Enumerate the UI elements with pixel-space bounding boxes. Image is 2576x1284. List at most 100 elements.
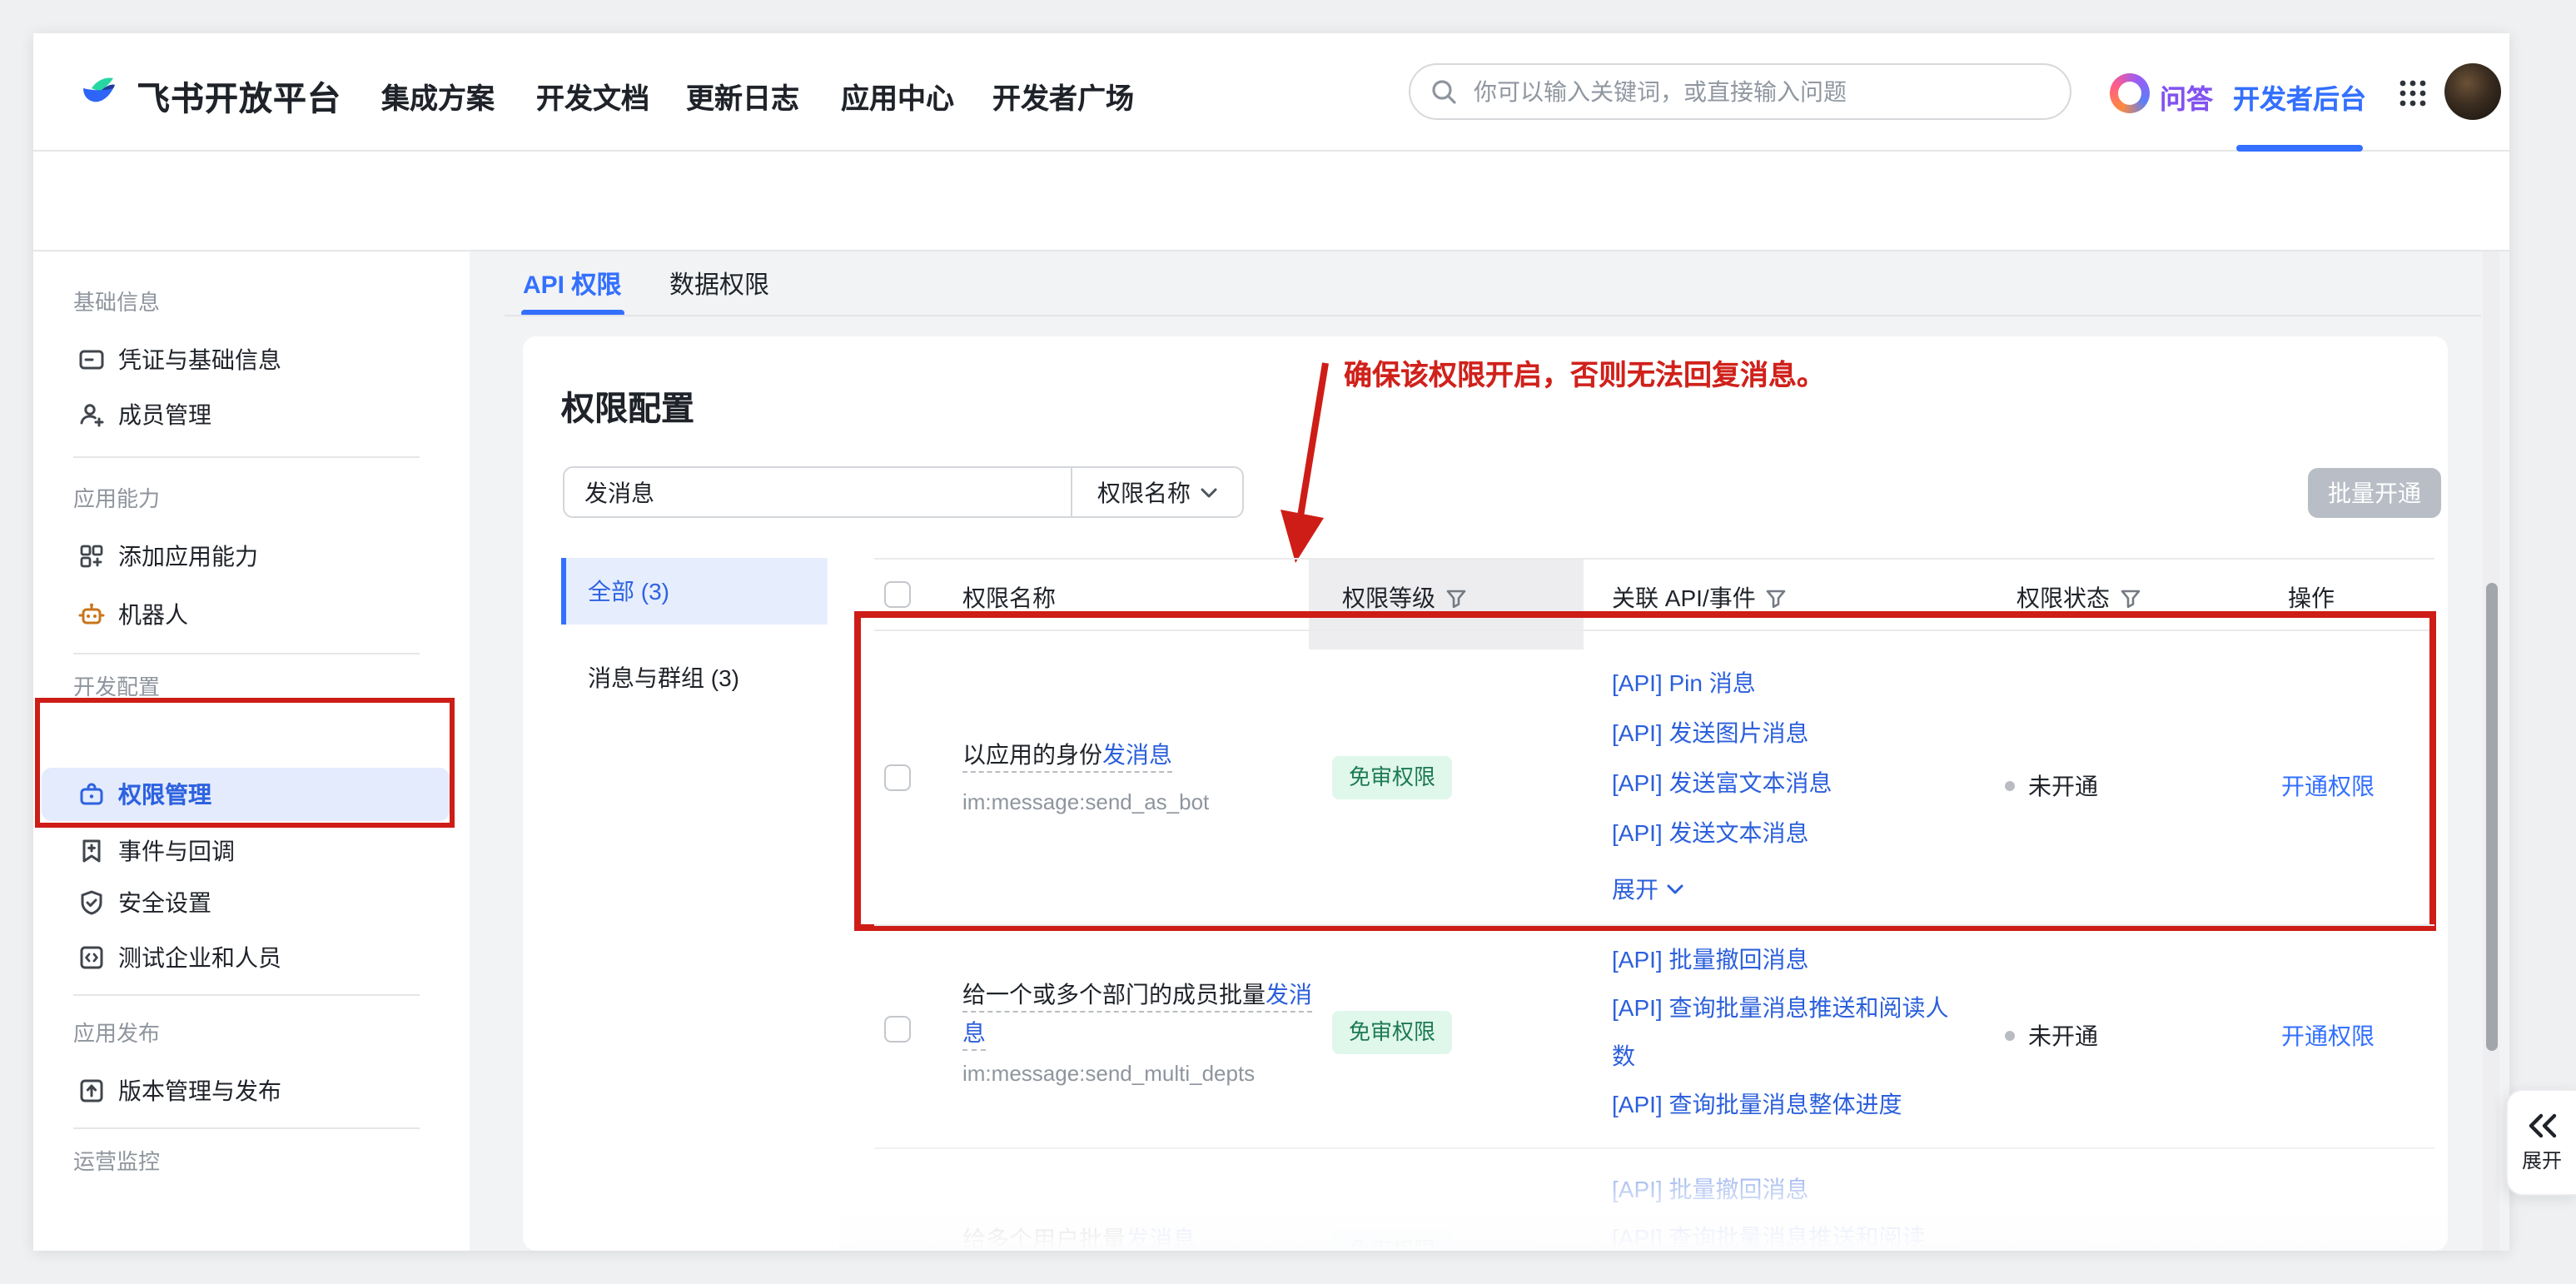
- sidebar-divider: [73, 653, 420, 654]
- sidebar-divider: [73, 1127, 420, 1129]
- api-link[interactable]: [API] 批量撤回消息: [1612, 1166, 1953, 1214]
- nav-item-docs[interactable]: 开发文档: [536, 75, 649, 117]
- permission-search-input[interactable]: [564, 468, 1071, 516]
- row-checkbox[interactable]: [884, 764, 911, 791]
- sidebar-item-credentials[interactable]: 凭证与基础信息: [42, 333, 450, 386]
- enable-permission-link[interactable]: 开通权限: [2281, 1019, 2375, 1053]
- permission-name[interactable]: 给一个或多个部门的成员批量发消息: [962, 976, 1320, 1053]
- app-header: 测试 已启用 正式应用@环界云 当前修改均已发布: [33, 152, 2509, 251]
- col-header-status: 权限状态: [2017, 581, 2141, 615]
- feishu-logo-icon: [77, 68, 123, 115]
- enable-permission-link[interactable]: 开通权限: [2281, 769, 2375, 803]
- active-nav-underline: [2236, 145, 2363, 152]
- name-keyword-link[interactable]: 发消息: [1126, 1226, 1196, 1251]
- chevron-down-icon: [1201, 487, 1217, 497]
- sidebar-divider: [73, 456, 420, 458]
- expand-apis-link[interactable]: 展开: [1612, 873, 1683, 906]
- name-keyword-link[interactable]: 发消息: [1102, 741, 1172, 768]
- sidebar-annotation-red-box: [35, 698, 455, 828]
- row-checkbox[interactable]: [884, 1016, 911, 1043]
- sidebar-item-security[interactable]: 安全设置: [42, 876, 450, 929]
- row-separator: [874, 924, 2434, 926]
- scrollbar-track[interactable]: [2483, 251, 2499, 1251]
- category-message-group[interactable]: 消息与群组 (3): [561, 644, 828, 711]
- dev-console-link[interactable]: 开发者后台: [2233, 77, 2366, 117]
- permission-name[interactable]: 给多个用户批量发消息: [962, 1221, 1320, 1251]
- api-link[interactable]: [API] 查询批量消息推送和阅读: [1612, 1214, 1953, 1251]
- sidebar-item-test-org[interactable]: 测试企业和人员: [42, 931, 450, 984]
- status-cell: 未开通: [2005, 769, 2098, 803]
- qa-ring-icon[interactable]: [2110, 73, 2150, 113]
- robot-icon: [78, 601, 105, 628]
- sidebar-section-release: 应用发布: [73, 1021, 160, 1048]
- search-input[interactable]: [1470, 77, 2050, 107]
- logo-title: 飞书开放平台: [137, 72, 341, 120]
- permission-name[interactable]: 以应用的身份发消息: [962, 736, 1320, 774]
- api-link[interactable]: [API] 查询批量消息推送和阅读人数: [1612, 984, 1953, 1081]
- nav-item-integration[interactable]: 集成方案: [381, 75, 495, 117]
- shield-check-icon: [78, 889, 105, 916]
- sidebar-section-monitor: 运营监控: [73, 1149, 160, 1176]
- nav-item-dev-plaza[interactable]: 开发者广场: [992, 75, 1134, 117]
- scrollbar-thumb[interactable]: [2485, 583, 2497, 1051]
- nav-item-app-center[interactable]: 应用中心: [841, 75, 954, 117]
- top-navbar: 飞书开放平台 集成方案 开发文档 更新日志 应用中心 开发者广场 问答 开发者后…: [33, 33, 2509, 152]
- tab-data-permissions[interactable]: 数据权限: [669, 266, 769, 301]
- global-search[interactable]: [1409, 63, 2071, 120]
- row-separator: [874, 1147, 2434, 1149]
- permission-code: im:message:send_multi_depts: [962, 1061, 1255, 1086]
- filter-icon[interactable]: [1445, 587, 1467, 609]
- permission-search-group: 权限名称: [563, 466, 1244, 518]
- api-link[interactable]: [API] 发送图片消息: [1612, 708, 1953, 758]
- id-card-icon: [78, 346, 105, 373]
- bulk-enable-button[interactable]: 批量开通: [2308, 468, 2441, 518]
- api-link[interactable]: [API] 查询批量消息整体进度: [1612, 1081, 1953, 1129]
- page-title: 权限配置: [561, 381, 694, 430]
- stage: 飞书开放平台 集成方案 开发文档 更新日志 应用中心 开发者广场 问答 开发者后…: [0, 0, 2576, 1284]
- category-all[interactable]: 全部 (3): [561, 558, 828, 625]
- col-header-name: 权限名称: [962, 581, 1056, 615]
- annotation-text: 确保该权限开启，否则无法回复消息。: [1344, 351, 1825, 393]
- search-type-select[interactable]: 权限名称: [1071, 468, 1242, 516]
- person-add-icon: [78, 401, 105, 428]
- sidebar-section-basic: 基础信息: [73, 290, 160, 316]
- expand-panel-button[interactable]: 展开: [2506, 1089, 2576, 1196]
- apps-grid-icon[interactable]: [2398, 78, 2428, 108]
- api-link[interactable]: [API] 发送富文本消息: [1612, 758, 1953, 808]
- status-dot: [2005, 781, 2015, 791]
- permission-code: im:message:send_as_bot: [962, 789, 1209, 814]
- col-header-level: 权限等级: [1342, 581, 1467, 615]
- annotation-arrow: [1256, 350, 1355, 570]
- api-link-list: [API] 批量撤回消息 [API] 查询批量消息推送和阅读: [1612, 1166, 1953, 1251]
- api-link[interactable]: [API] 发送文本消息: [1612, 808, 1953, 858]
- api-link[interactable]: [API] 批量撤回消息: [1612, 936, 1953, 984]
- level-badge: 免审权限: [1332, 1011, 1452, 1054]
- permission-config-card: 权限配置 确保该权限开启，否则无法回复消息。 权限名称 批量开通 全部 (3) …: [523, 336, 2448, 1251]
- browser-page: 飞书开放平台 集成方案 开发文档 更新日志 应用中心 开发者广场 问答 开发者后…: [33, 33, 2509, 1251]
- sidebar-item-add-capability[interactable]: 添加应用能力: [42, 530, 450, 583]
- tab-api-permissions[interactable]: API 权限: [523, 266, 621, 301]
- double-chevron-left-icon: [2525, 1112, 2559, 1138]
- sidebar-item-version[interactable]: 版本管理与发布: [42, 1064, 450, 1117]
- chevron-down-icon: [1667, 884, 1683, 894]
- status-dot: [2005, 1031, 2015, 1041]
- filter-icon[interactable]: [2120, 587, 2141, 609]
- upload-square-icon: [78, 1077, 105, 1104]
- sidebar-divider: [73, 994, 420, 996]
- qa-link[interactable]: 问答: [2160, 77, 2213, 117]
- nav-item-changelog[interactable]: 更新日志: [686, 75, 799, 117]
- sidebar-item-members[interactable]: 成员管理: [42, 388, 450, 441]
- search-icon: [1430, 78, 1457, 105]
- sidebar-item-bot[interactable]: 机器人: [42, 588, 450, 641]
- filter-icon[interactable]: [1766, 587, 1788, 609]
- level-badge: 免审权限: [1332, 756, 1452, 799]
- select-all-checkbox[interactable]: [884, 581, 911, 608]
- sidebar: 基础信息 凭证与基础信息 成员管理 应用能力 添加应用能力 机器人 开发配置: [33, 251, 470, 1251]
- api-link[interactable]: [API] Pin 消息: [1612, 658, 1953, 708]
- col-header-action: 操作: [2288, 581, 2335, 615]
- sidebar-item-events[interactable]: 事件与回调: [42, 824, 450, 878]
- user-avatar[interactable]: [2444, 63, 2501, 120]
- table-top-border: [874, 558, 2434, 560]
- sidebar-section-capabilities: 应用能力: [73, 486, 160, 513]
- bookmark-add-icon: [78, 838, 105, 864]
